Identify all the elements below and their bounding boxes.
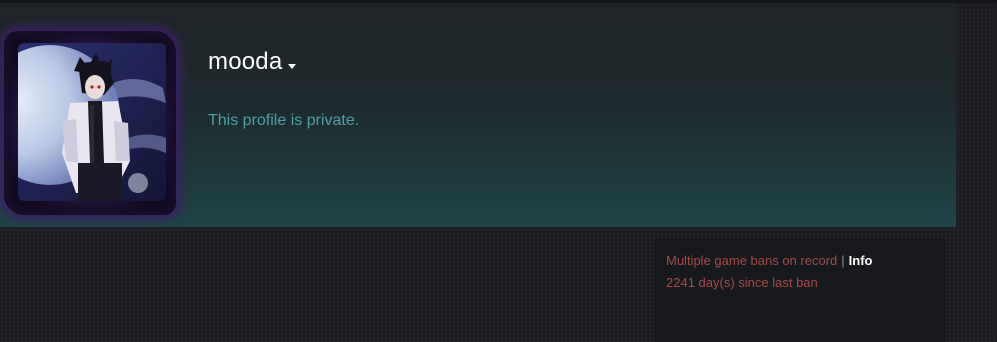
ban-separator: |	[841, 253, 845, 268]
avatar-image	[18, 43, 166, 201]
ban-info-link[interactable]: Info	[849, 253, 873, 268]
ban-status-panel: Multiple game bans on record | Info 2241 d…	[654, 238, 946, 342]
days-since-ban-text: 2241 day(s) since last ban	[666, 275, 818, 290]
avatar-frame	[4, 31, 176, 215]
avatar[interactable]	[18, 43, 166, 201]
profile-header: mooda This profile is private.	[0, 3, 956, 227]
caret-down-icon	[288, 63, 297, 69]
persona-name-dropdown[interactable]: mooda	[208, 48, 297, 76]
ban-status-line: Multiple game bans on record | Info	[666, 253, 872, 268]
persona-name: mooda	[208, 48, 283, 75]
private-profile-message: This profile is private.	[208, 112, 360, 129]
game-bans-text: Multiple game bans on record	[666, 253, 838, 268]
